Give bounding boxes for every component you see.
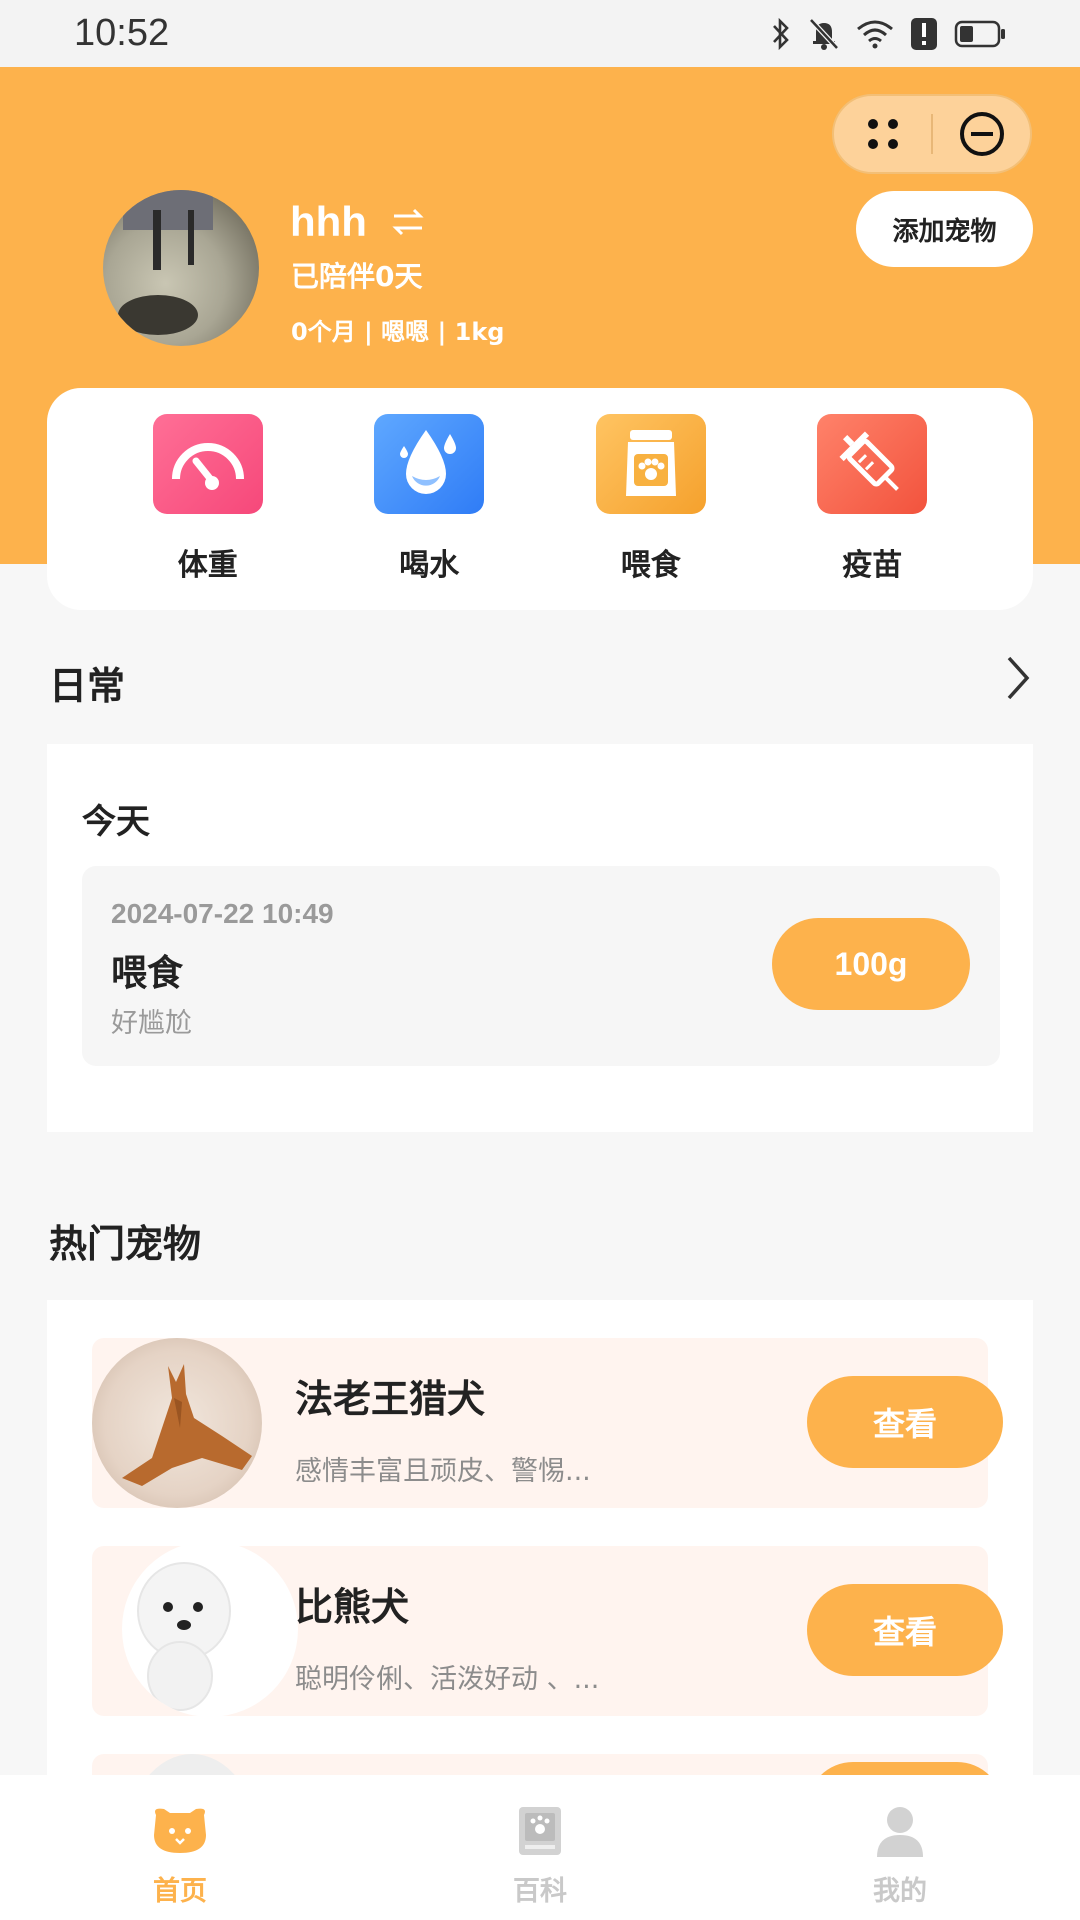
hot-pet-item[interactable]: 法老王猎犬 感情丰富且顽皮、警惕... 查看 [92, 1338, 1003, 1508]
scale-gauge-icon [152, 414, 263, 514]
bluetooth-icon [773, 17, 789, 50]
record-amount-badge[interactable]: 100g [772, 918, 970, 1010]
mute-bell-icon [809, 17, 839, 50]
dog-face-icon [154, 1808, 206, 1853]
daily-section-title: 日常 [49, 664, 126, 708]
pet-info: 0个月 | 嗯嗯 | 1kg [291, 318, 505, 346]
hot-pet-name: 比熊犬 [295, 1585, 410, 1629]
bottom-tab-bar: 首页 百科 我的 [0, 1775, 1080, 1920]
water-drop-icon [374, 414, 485, 514]
tab-encyclopedia[interactable]: 百科 [460, 1775, 620, 1920]
hot-pets-list: 法老王猎犬 感情丰富且顽皮、警惕... 查看 比熊犬 聪明伶俐、活泼好动 、..… [47, 1300, 1033, 1780]
today-label: 今天 [82, 802, 150, 842]
quick-action-vaccine[interactable]: 疫苗 [807, 414, 937, 584]
tab-label: 百科 [513, 1876, 567, 1907]
chevron-right-icon[interactable] [1003, 654, 1033, 702]
close-circle-icon [959, 112, 1004, 156]
quick-action-weight[interactable]: 体重 [143, 414, 273, 584]
quick-actions-card: 体重 喝水 喂食 疫苗 [47, 388, 1033, 610]
alert-icon [911, 17, 937, 50]
mini-program-capsule [832, 94, 1032, 174]
add-pet-button[interactable]: 添加宠物 [856, 191, 1033, 267]
status-icons [770, 17, 1006, 51]
tab-mine[interactable]: 我的 [820, 1775, 980, 1920]
quick-action-label: 疫苗 [842, 548, 903, 583]
pet-food-bag-icon [595, 414, 706, 514]
record-note: 好尴尬 [111, 1008, 192, 1039]
hot-pet-desc: 感情丰富且顽皮、警惕... [295, 1456, 591, 1487]
user-icon [877, 1807, 923, 1857]
close-button[interactable] [933, 96, 1030, 172]
pet-avatar[interactable] [103, 190, 259, 346]
tab-label: 首页 [153, 1876, 207, 1907]
quick-action-label: 喝水 [399, 548, 460, 583]
pet-name: hhh [290, 198, 367, 245]
quick-action-feed[interactable]: 喂食 [586, 414, 716, 584]
quick-action-label: 体重 [177, 548, 238, 583]
switch-pet-icon[interactable] [390, 204, 426, 240]
pet-days: 已陪伴0天 [291, 260, 423, 293]
hot-pet-item[interactable]: 比熊犬 聪明伶俐、活泼好动 、... 查看 [92, 1541, 1003, 1717]
record-type: 喂食 [111, 953, 184, 994]
battery-icon [954, 20, 1005, 47]
hot-pets-title: 热门宠物 [49, 1222, 202, 1266]
pet-thumbnail [122, 1541, 298, 1717]
more-button[interactable] [834, 96, 931, 172]
quick-action-water[interactable]: 喝水 [364, 414, 494, 584]
hot-pet-desc: 聪明伶俐、活泼好动 、... [295, 1664, 600, 1695]
daily-record[interactable]: 2024-07-22 10:49 喂食 好尴尬 100g [82, 866, 1000, 1066]
syringe-icon [817, 414, 928, 514]
avatar-photo [118, 190, 213, 335]
view-button[interactable]: 查看 [807, 1376, 1003, 1468]
record-time: 2024-07-22 10:49 [111, 898, 334, 929]
status-bar: 10:52 [0, 0, 1080, 67]
tab-label: 我的 [873, 1876, 927, 1907]
pet-thumbnail [92, 1338, 262, 1508]
daily-card: 今天 2024-07-22 10:49 喂食 好尴尬 100g [47, 744, 1033, 1132]
wifi-icon [857, 20, 893, 48]
book-icon [519, 1807, 561, 1855]
hot-pet-name: 法老王猎犬 [295, 1377, 486, 1421]
status-time: 10:52 [74, 12, 170, 54]
more-dots-icon [867, 119, 898, 149]
quick-action-label: 喂食 [620, 548, 681, 583]
tab-home[interactable]: 首页 [100, 1775, 260, 1920]
view-button[interactable]: 查看 [807, 1584, 1003, 1676]
